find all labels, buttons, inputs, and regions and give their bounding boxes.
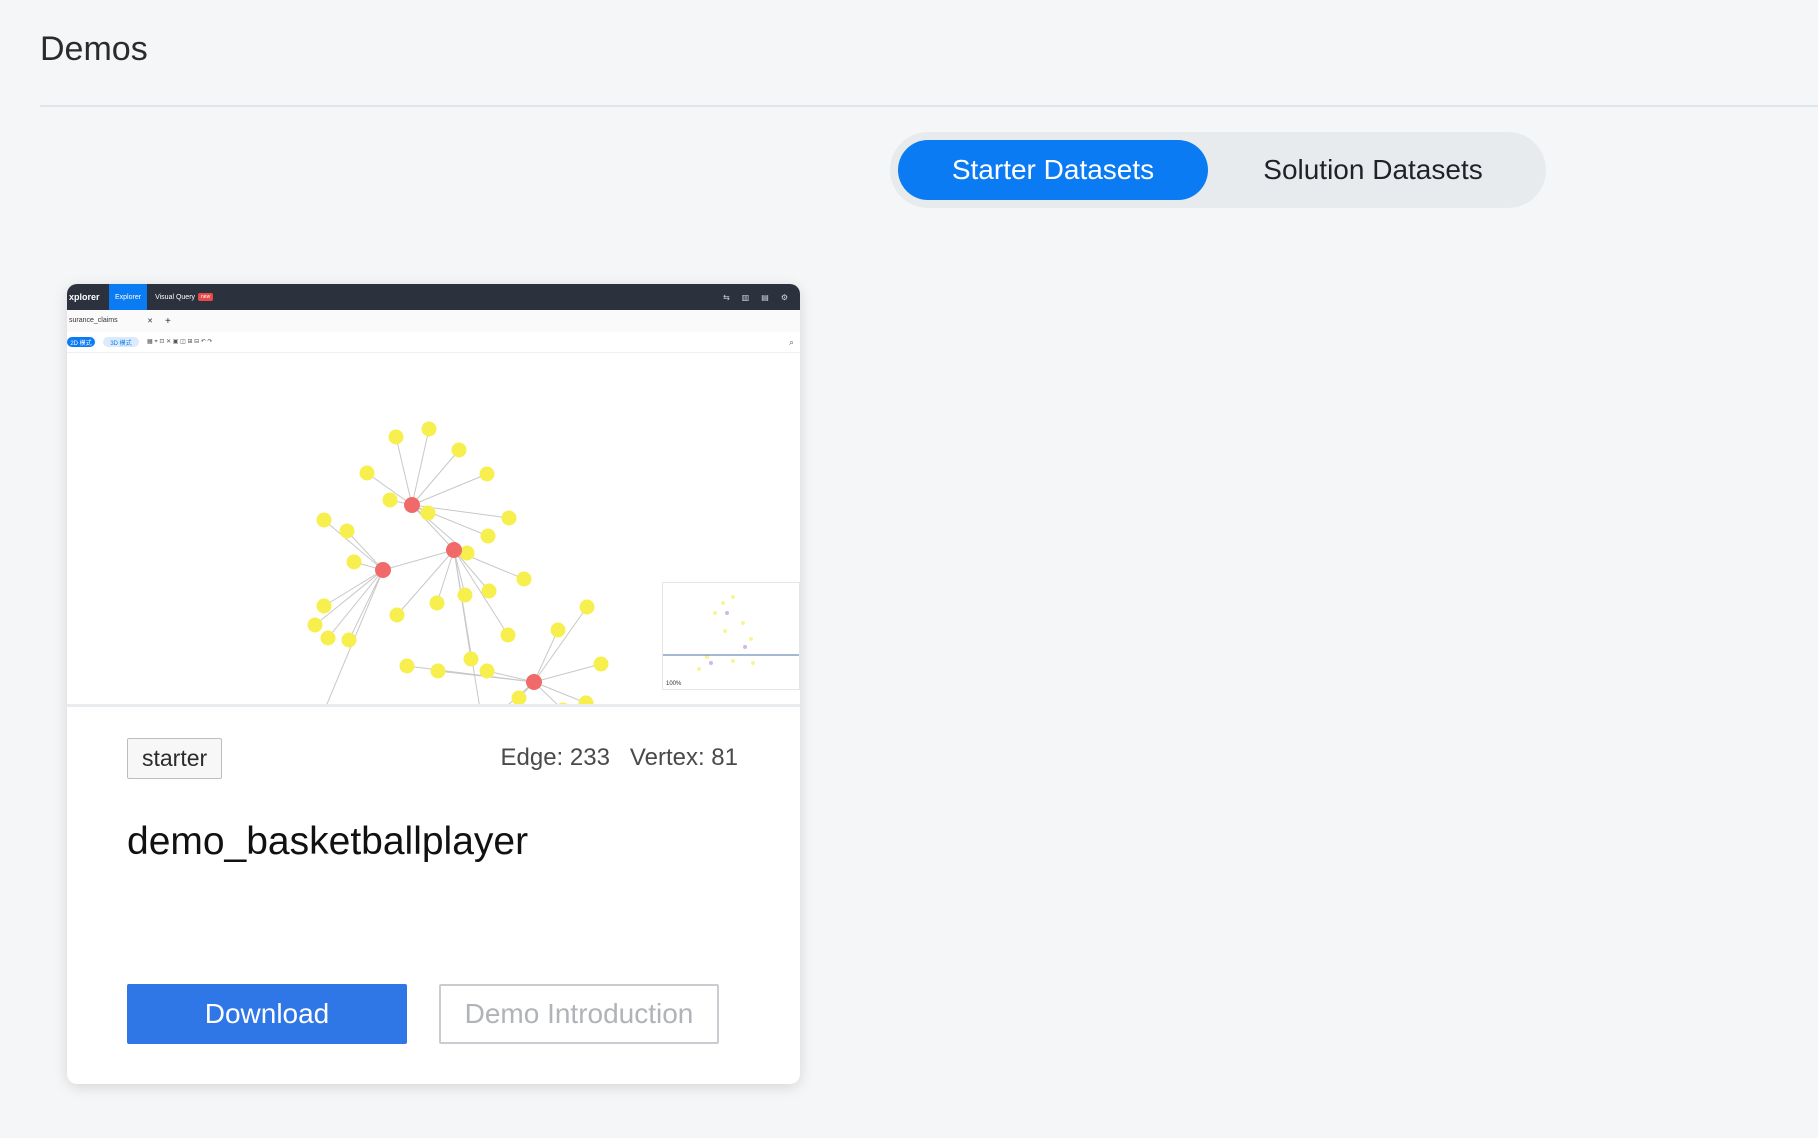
thumbnail-file-tab: surance_claims ✕: [67, 317, 157, 325]
thumbnail-tab-explorer: Explorer: [109, 284, 148, 310]
minimap-zoom: 100%: [666, 681, 682, 687]
graph-leaf-node: [501, 510, 517, 526]
graph-leaf-node: [346, 554, 362, 570]
dataset-stats: Edge: 233 Vertex: 81: [500, 744, 738, 772]
thumbnail-mode-2d: 2D 模式: [67, 337, 95, 347]
graph-leaf-node: [579, 599, 595, 615]
thumbnail-tab-visual-query: Visual Query new: [147, 293, 221, 301]
toolbar-tools-icon: ▦ ⌖ ⊡ ✕ ▣ ◫ ⊞ ⊟ ↶ ↷: [147, 339, 213, 345]
graph-leaf-node: [389, 607, 405, 623]
graph-edge: [436, 549, 455, 604]
graph-edge: [314, 569, 384, 626]
graph-edge: [396, 549, 455, 616]
graph-leaf-node: [479, 466, 495, 482]
thumbnail-mode-3d: 3D 模式: [103, 337, 139, 347]
graph-leaf-node: [429, 595, 445, 611]
graph-hub-node: [526, 674, 542, 690]
graph-leaf-node: [593, 656, 609, 672]
edge-count: Edge: 233: [500, 744, 610, 771]
demos-page: Demos Starter Datasets Solution Datasets…: [0, 0, 1818, 1138]
graph-leaf-node: [320, 630, 336, 646]
graph-edge: [508, 681, 535, 704]
graph-edge: [327, 569, 384, 639]
graph-leaf-node: [388, 429, 404, 445]
graph-leaf-node: [550, 622, 566, 638]
tab-starter-datasets[interactable]: Starter Datasets: [898, 140, 1208, 200]
tab-solution-datasets[interactable]: Solution Datasets: [1208, 140, 1538, 200]
close-icon: ✕: [147, 318, 153, 325]
thumbnail-divider: [67, 704, 800, 707]
thumbnail-tab-visual-query-label: Visual Query: [155, 293, 196, 301]
graph-leaf-node: [578, 695, 594, 704]
graph-leaf-node: [479, 663, 495, 679]
graph-edge: [533, 663, 602, 683]
chart-icon: ▥: [741, 292, 750, 302]
thumbnail-topbar: xplorer Explorer Visual Query new ⇆ ▥ ▤ …: [67, 284, 800, 310]
minimap-canvas: [663, 595, 799, 671]
doc-icon: ▤: [761, 292, 769, 302]
thumbnail-brand: xplorer: [69, 292, 100, 302]
graph-leaf-node: [307, 617, 323, 633]
graph-leaf-node: [316, 598, 332, 614]
graph-edge: [411, 473, 488, 506]
dataset-type-switch: Starter Datasets Solution Datasets: [890, 132, 1546, 208]
settings-icon: ⚙: [780, 292, 788, 302]
demo-title: demo_basketballplayer: [127, 820, 529, 863]
graph-edge: [411, 449, 460, 506]
graph-leaf-node: [399, 658, 415, 674]
title-divider: [40, 105, 1818, 107]
graph-leaf-node: [421, 421, 437, 437]
graph-minimap: 100%: [662, 582, 800, 690]
plus-icon: +: [165, 315, 171, 327]
graph-edge: [533, 681, 587, 704]
graph-leaf-node: [481, 583, 497, 599]
graph-leaf-node: [457, 587, 473, 603]
graph-leaf-node: [516, 571, 532, 587]
graph-leaf-node: [359, 465, 375, 481]
graph-hub-node: [375, 562, 391, 578]
page-title: Demos: [40, 30, 148, 68]
graph-edge: [533, 606, 588, 683]
graph-leaf-node: [339, 523, 355, 539]
graph-leaf-node: [316, 512, 332, 528]
thumbnail-new-badge: new: [198, 293, 214, 301]
graph-leaf-node: [382, 492, 398, 508]
download-button[interactable]: Download: [127, 984, 407, 1044]
dataset-tag: starter: [127, 738, 223, 779]
demo-thumbnail: xplorer Explorer Visual Query new ⇆ ▥ ▤ …: [67, 284, 800, 704]
graph-leaf-node: [480, 528, 496, 544]
graph-leaf-node: [420, 505, 436, 521]
graph-leaf-node: [500, 627, 516, 643]
graph-edge: [406, 665, 535, 683]
graph-edge: [382, 549, 455, 571]
thumbnail-file-tab-label: surance_claims: [69, 317, 118, 324]
translate-icon: ⇆: [723, 292, 730, 302]
thumbnail-file-tabs: surance_claims ✕ +: [67, 310, 800, 333]
graph-leaf-node: [463, 651, 479, 667]
thumbnail-bar-icons: ⇆ ▥ ▤ ⚙: [723, 293, 800, 302]
demo-card: xplorer Explorer Visual Query new ⇆ ▥ ▤ …: [67, 284, 800, 1084]
graph-hub-node: [404, 497, 420, 513]
graph-edge: [533, 629, 559, 683]
thumbnail-toolbar: 2D 模式 3D 模式 ▦ ⌖ ⊡ ✕ ▣ ◫ ⊞ ⊟ ↶ ↷ ⌕: [67, 332, 800, 353]
graph-hub-node: [446, 542, 462, 558]
graph-leaf-node: [459, 545, 475, 561]
graph-leaf-node: [451, 442, 467, 458]
search-icon: ⌕: [788, 336, 794, 347]
graph-leaf-node: [430, 663, 446, 679]
vertex-count: Vertex: 81: [629, 744, 738, 771]
demo-introduction-button[interactable]: Demo Introduction: [439, 984, 719, 1044]
graph-leaf-node: [341, 632, 357, 648]
graph-edge: [411, 428, 430, 506]
